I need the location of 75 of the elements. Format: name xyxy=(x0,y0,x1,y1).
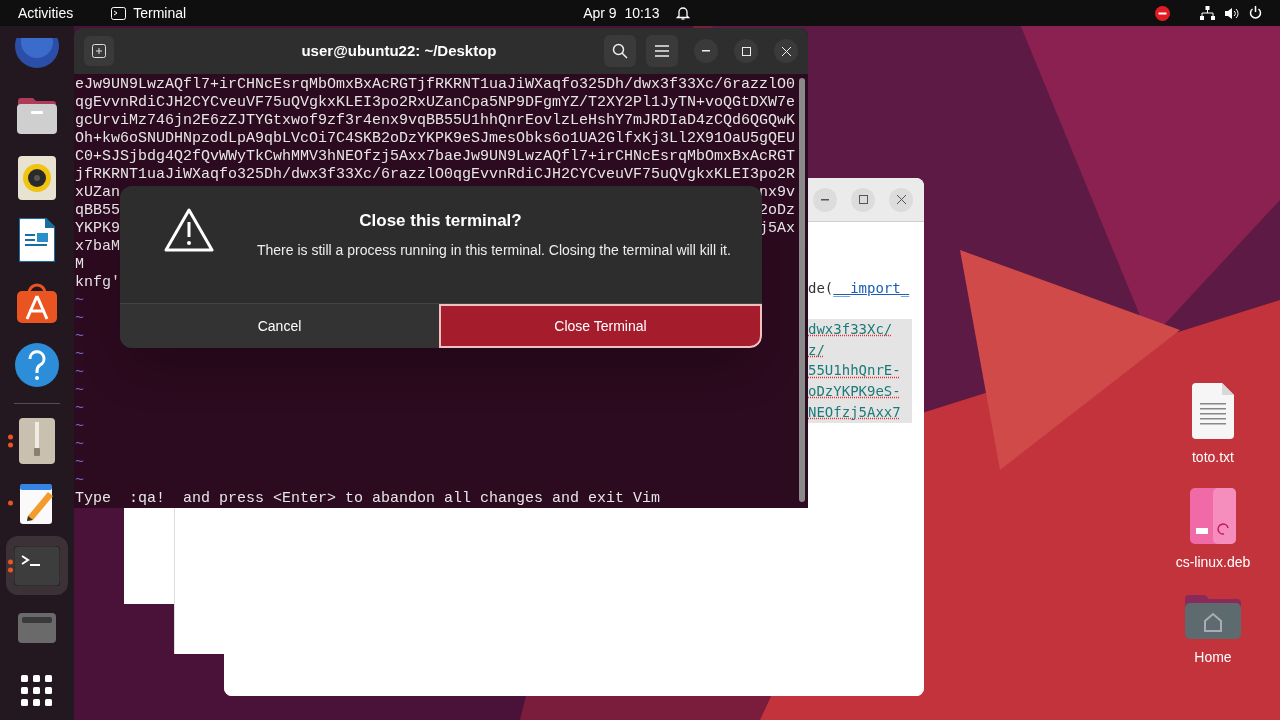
maximize-icon xyxy=(858,195,868,204)
terminal-line: qgEvvnRdiCJH2CYCveuVF75uQVgkxKLEI3po2RxUZanCpa5NP9DFgmYZ/T2XY2Pl1JyTN+voQGtDXW7e xyxy=(75,94,796,112)
terminal-line: YKPK9 xyxy=(75,220,120,238)
folder-icon[interactable] xyxy=(16,95,58,136)
empty-line-marker: ~ xyxy=(75,472,84,490)
maximize-button[interactable] xyxy=(734,39,758,63)
empty-line-marker: ~ xyxy=(75,310,84,328)
dialog-message: There is still a process running in this terminal. Closing the terminal will kill it. xyxy=(257,241,732,259)
new-tab-icon xyxy=(92,44,106,58)
zipper-icon[interactable] xyxy=(19,417,55,464)
terminal-line: xUZan xyxy=(75,184,120,202)
document-icon[interactable] xyxy=(19,218,55,263)
help-icon[interactable] xyxy=(15,343,59,388)
app-menu[interactable]: Terminal xyxy=(133,2,187,24)
new-tab-button[interactable] xyxy=(84,36,114,66)
terminal-line: jfRKRNT1uaJiWXaqfo325Dh/dwx3f33Xc/6razzlO0qgEvvnRdiCJH2CYCveuVF75uQVgkxKLEI3po2R xyxy=(75,166,796,184)
window-title: user@ubuntu22: ~/Desktop xyxy=(300,40,498,61)
terminal-line: j5Ax xyxy=(759,220,795,238)
minimize-button[interactable] xyxy=(694,39,718,63)
terminal-line: eJw9UN9LwzAQfl7+irCHNcEsrqMbOmxBxAcRGTjfRKRNT1uaJiWXaqfo325Dh/dwx3f33Xc/6razzlO0 xyxy=(75,76,796,94)
drive-icon[interactable] xyxy=(18,613,56,644)
desktop-icon-label[interactable]: cs-linux.deb xyxy=(1175,552,1251,573)
speaker-icon[interactable] xyxy=(18,155,56,200)
do-not-disturb-icon[interactable] xyxy=(1155,5,1170,21)
terminal-line: C0+SJSjbdg4Q2fQvWWyTkCwhMMV3hNEOfzj5Axx7baeJw9UN9LwzAQfl7+irCHNcEsrqMbOmxBxAcRGT xyxy=(75,148,796,166)
terminal-line: Type :qa! and press <Enter> to abandon all changes and exit Vim xyxy=(75,490,661,508)
clock[interactable]: Apr 9 10:13 xyxy=(583,2,660,24)
terminal-line: gcUrviMz746jn2E6zZJTYGtxwof9zf3r4enx9vqBB55U1hhQnrEovlzLeHshY7mJRDIaD4zCQd6QGQwK xyxy=(75,112,796,130)
code-line: de(__import_ xyxy=(808,279,911,299)
terminal-line: M xyxy=(75,256,84,274)
search-icon xyxy=(612,43,628,59)
bell-icon[interactable] xyxy=(676,5,691,21)
app-grid-icon[interactable] xyxy=(21,674,53,707)
empty-line-marker: ~ xyxy=(75,292,84,310)
close-terminal-button[interactable]: Close Terminal xyxy=(439,304,762,348)
terminal-line: nx9v xyxy=(759,184,795,202)
activities-button[interactable]: Activities xyxy=(18,2,74,24)
empty-line-marker: ~ xyxy=(75,436,84,454)
package-icon[interactable] xyxy=(1190,488,1236,544)
close-button[interactable] xyxy=(774,39,798,63)
home-folder-icon[interactable] xyxy=(1185,593,1241,639)
terminal-icon xyxy=(111,6,127,20)
text-file-icon[interactable] xyxy=(1190,383,1236,439)
dialog-title: Close this terminal? xyxy=(358,210,523,232)
empty-line-marker: ~ xyxy=(75,400,84,418)
cancel-button[interactable]: Cancel xyxy=(120,304,439,348)
terminal-line: qBB55 xyxy=(75,202,120,220)
warning-icon xyxy=(163,208,214,252)
volume-icon[interactable] xyxy=(1225,6,1239,20)
empty-line-marker: ~ xyxy=(75,454,84,472)
maximize-button[interactable] xyxy=(851,187,875,212)
terminal-line: knfg' xyxy=(75,274,120,292)
close-icon xyxy=(781,46,791,56)
terminal-line: Oh+kw6oSNUDHNpzodLpA9qbLVcOi7C4SKB2oDzYKPK9eSJmesObks6o1UA2GlfxKj3Ll2X91OaU5gQEU xyxy=(75,130,796,148)
menu-icon xyxy=(655,45,669,57)
dock-separator xyxy=(14,402,60,404)
empty-line-marker: ~ xyxy=(75,346,84,364)
pencil-note-icon[interactable] xyxy=(18,482,56,525)
search-button[interactable] xyxy=(604,35,636,67)
terminal-line: x7baM xyxy=(75,238,120,256)
desktop-icon-label[interactable]: toto.txt xyxy=(1192,447,1234,468)
terminal-icon[interactable] xyxy=(14,545,60,586)
empty-line-marker: ~ xyxy=(75,418,84,436)
minimize-icon xyxy=(821,198,829,201)
empty-line-marker: ~ xyxy=(75,382,84,400)
close-icon xyxy=(896,195,906,204)
minimize-icon xyxy=(702,50,710,52)
network-icon[interactable] xyxy=(1200,6,1215,20)
maximize-icon xyxy=(741,46,751,56)
menu-button[interactable] xyxy=(646,35,678,67)
close-button[interactable] xyxy=(889,187,913,212)
power-icon[interactable] xyxy=(1249,6,1262,20)
empty-line-marker: ~ xyxy=(75,328,84,346)
desktop-icon-label[interactable]: Home xyxy=(1194,647,1232,668)
empty-line-marker: ~ xyxy=(75,364,84,382)
